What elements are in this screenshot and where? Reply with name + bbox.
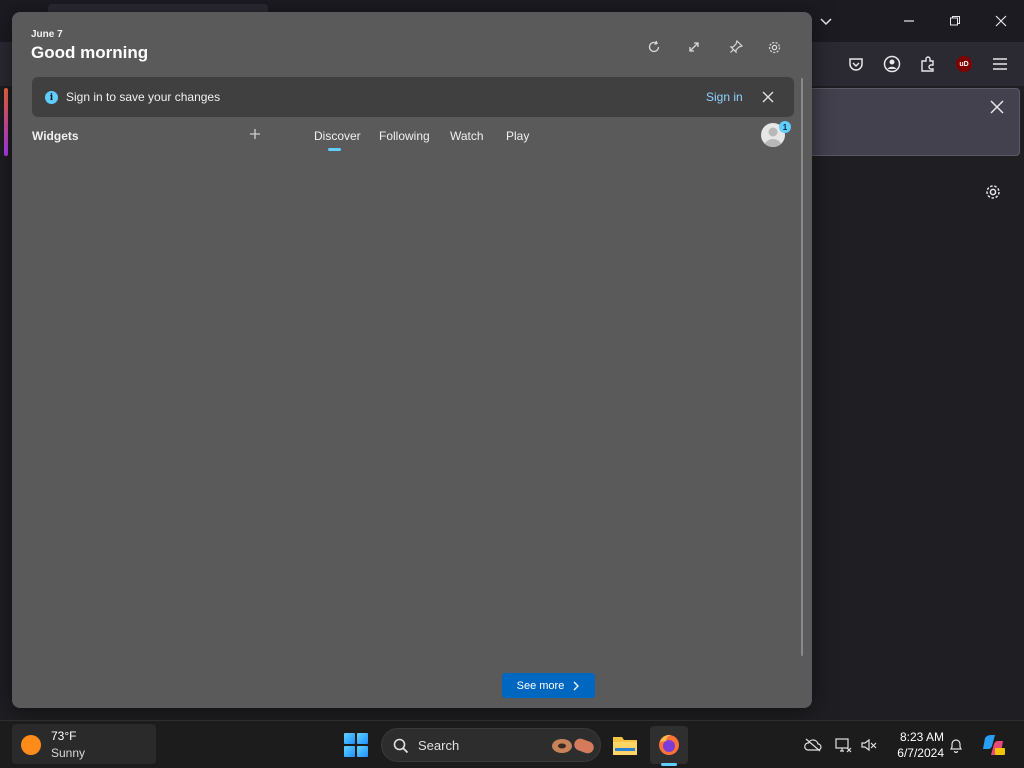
taskbar-search[interactable]: Search (381, 728, 601, 762)
extensions-icon[interactable] (916, 52, 940, 76)
weather-widget[interactable]: 73°F Sunny (12, 724, 156, 764)
notification-close-icon[interactable] (986, 96, 1008, 118)
page-settings-gear-icon[interactable] (981, 180, 1005, 204)
menu-icon[interactable] (988, 52, 1012, 76)
tab-following[interactable]: Following (379, 129, 430, 143)
page-accent-strip (4, 88, 8, 156)
tab-watch[interactable]: Watch (450, 129, 484, 143)
firefox-icon[interactable] (650, 726, 688, 764)
signin-message: Sign in to save your changes (66, 90, 221, 104)
file-explorer-icon[interactable] (606, 726, 644, 764)
widgets-section-label: Widgets (32, 129, 79, 143)
refresh-icon[interactable] (642, 35, 666, 59)
search-label: Search (418, 738, 460, 753)
signin-close-icon[interactable] (758, 87, 778, 107)
search-icon (392, 737, 410, 755)
signin-link[interactable]: Sign in (706, 90, 743, 104)
notification-bell-icon[interactable] (946, 735, 966, 755)
clock-date: 6/7/2024 (897, 746, 944, 760)
close-window-icon[interactable] (986, 8, 1016, 34)
search-highlight-icon (550, 735, 596, 757)
extension-badge: uD (956, 56, 972, 72)
account-icon[interactable] (880, 52, 904, 76)
chevron-right-icon (573, 681, 580, 690)
info-icon: i (45, 91, 58, 104)
signin-banner: i Sign in to save your changes Sign in (32, 77, 794, 117)
start-button[interactable] (344, 733, 368, 757)
sun-icon (21, 735, 41, 755)
pin-icon[interactable] (724, 35, 748, 59)
widgets-panel: June 7 Good morning i Sign in to save yo… (12, 12, 812, 708)
restore-icon[interactable] (940, 8, 970, 34)
see-more-label: See more (516, 679, 565, 692)
network-icon[interactable] (833, 735, 853, 755)
weather-condition: Sunny (51, 746, 86, 760)
avatar-notification-badge: 1 (779, 121, 791, 133)
selected-tab-indicator (328, 148, 341, 151)
expand-icon[interactable] (682, 35, 706, 59)
tab-play[interactable]: Play (506, 129, 529, 143)
taskbar: 73°F Sunny Search 8:23 AM 6/7/2024 (0, 720, 1024, 768)
widgets-settings-gear-icon[interactable] (762, 35, 786, 59)
copilot-icon[interactable] (981, 733, 1005, 757)
system-clock[interactable]: 8:23 AM 6/7/2024 (880, 729, 944, 761)
volume-muted-icon[interactable] (859, 735, 879, 755)
add-widget-icon[interactable] (246, 125, 264, 143)
cloud-offline-icon[interactable] (803, 735, 823, 755)
widgets-date: June 7 (31, 29, 63, 40)
see-more-button[interactable]: See more (502, 673, 595, 698)
ublock-icon[interactable]: uD (952, 52, 976, 76)
pocket-icon[interactable] (844, 52, 868, 76)
clock-time: 8:23 AM (899, 730, 944, 744)
weather-temperature: 73°F (51, 729, 77, 743)
widgets-greeting: Good morning (31, 43, 149, 62)
tab-list-chevron-icon[interactable] (811, 8, 841, 34)
active-app-indicator (661, 763, 677, 766)
tab-discover[interactable]: Discover (314, 129, 361, 143)
widgets-scrollbar[interactable] (801, 78, 803, 656)
minimize-icon[interactable] (894, 8, 924, 34)
